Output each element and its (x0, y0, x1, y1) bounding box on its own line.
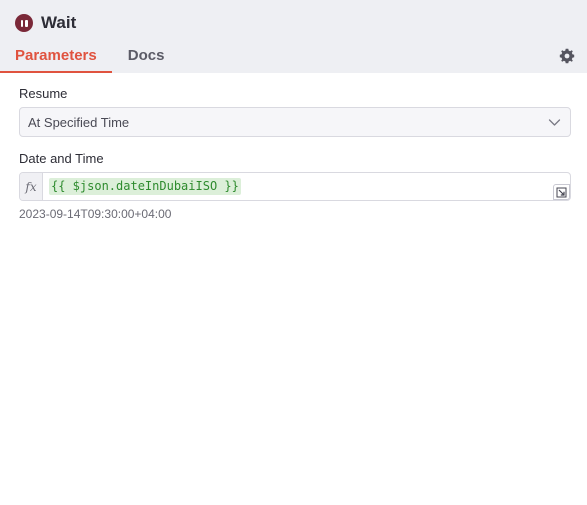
pause-bar-right (25, 19, 28, 27)
node-parameters-panel: Wait Parameters Docs Resume At Specified… (0, 0, 587, 505)
pause-circle-icon (15, 14, 33, 32)
gear-icon[interactable] (559, 48, 575, 64)
node-title-row: Wait (15, 12, 76, 34)
parameters-form: Resume At Specified Time Date and Time f… (19, 85, 571, 221)
resume-select[interactable]: At Specified Time (19, 107, 571, 137)
chevron-down-icon (548, 119, 561, 126)
resume-label: Resume (19, 86, 68, 101)
pause-bar-left (20, 19, 23, 27)
expression-text[interactable]: {{ $json.dateInDubaiISO }} (49, 178, 241, 195)
resolved-value-hint: 2023-09-14T09:30:00+04:00 (19, 207, 172, 221)
tab-docs[interactable]: Docs (112, 44, 180, 73)
tab-parameters[interactable]: Parameters (0, 44, 112, 73)
tab-bar: Parameters Docs (0, 44, 179, 73)
resume-select-value: At Specified Time (28, 114, 130, 130)
panel-header: Wait Parameters Docs (0, 0, 587, 73)
date-time-expression-input[interactable]: fx {{ $json.dateInDubaiISO }} (19, 172, 571, 201)
expand-editor-button[interactable] (553, 184, 570, 200)
node-title[interactable]: Wait (41, 13, 76, 33)
expand-icon (556, 187, 567, 197)
date-time-label: Date and Time (19, 151, 104, 166)
fx-badge: fx (20, 173, 43, 200)
